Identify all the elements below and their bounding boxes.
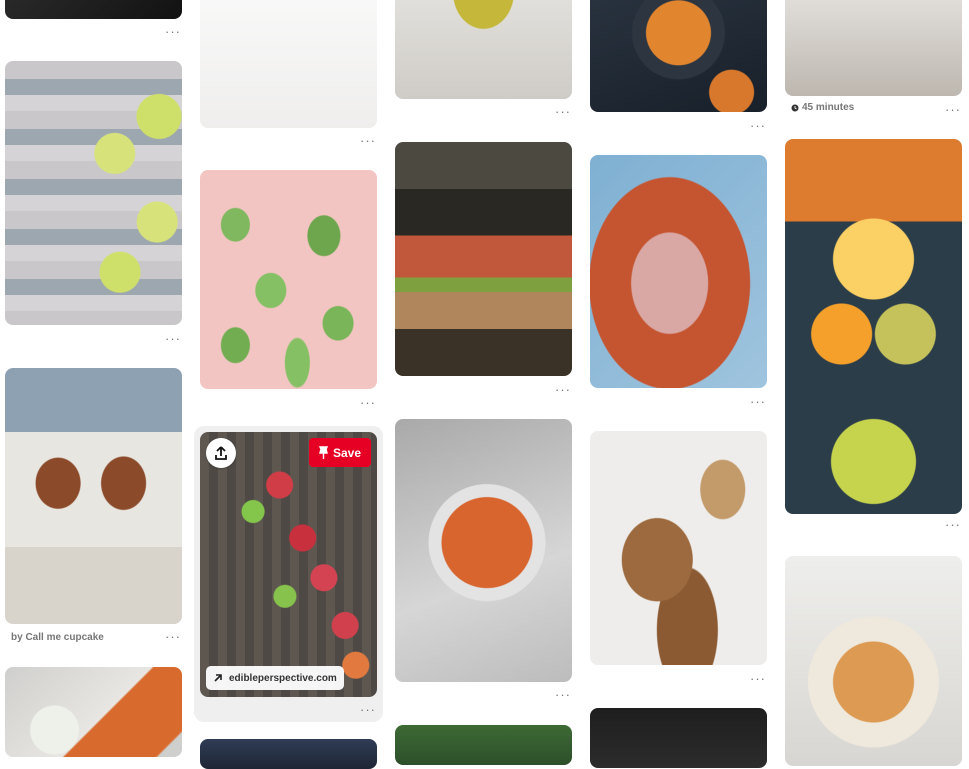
pin-image-blueberries[interactable] <box>200 739 377 769</box>
more-options-button[interactable]: ··· <box>555 105 570 118</box>
share-button[interactable] <box>206 438 236 468</box>
more-options-button[interactable]: ··· <box>360 703 375 716</box>
more-options-button[interactable]: ··· <box>360 134 375 147</box>
pin-image-sandwich[interactable] <box>395 142 572 376</box>
save-button-label: Save <box>332 445 362 460</box>
pin-image-burgers[interactable] <box>5 368 182 624</box>
more-options-button[interactable]: ··· <box>555 688 570 701</box>
more-options-button[interactable]: ··· <box>750 672 765 685</box>
more-options-button[interactable]: ··· <box>165 25 180 38</box>
more-options-button[interactable]: ··· <box>945 518 960 531</box>
source-link[interactable]: edibleperspective.com <box>206 666 344 690</box>
pin-image-prosciutto-pizza[interactable] <box>590 155 767 388</box>
pin-image-cucumbers[interactable] <box>200 170 377 389</box>
more-options-button[interactable]: ··· <box>165 332 180 345</box>
pin-image-sprouts[interactable] <box>200 0 377 128</box>
more-options-button[interactable]: ··· <box>750 119 765 132</box>
pin-image-dark-top[interactable] <box>5 0 182 19</box>
more-options-button[interactable]: ··· <box>945 103 960 116</box>
more-options-button[interactable]: ··· <box>750 395 765 408</box>
pin-image-scallops[interactable] <box>785 556 962 766</box>
pin-image-spaghetti[interactable] <box>395 419 572 682</box>
pin-image-fruit-halves[interactable] <box>785 139 962 514</box>
source-link-text: edibleperspective.com <box>229 672 337 684</box>
pin-image-smoothie[interactable] <box>395 0 572 99</box>
save-button[interactable]: Save <box>309 438 371 467</box>
pin-icon <box>318 446 328 459</box>
pin-attribution[interactable]: by Call me cupcake <box>11 632 104 643</box>
more-options-button[interactable]: ··· <box>360 396 375 409</box>
arrow-up-right-icon <box>214 674 222 682</box>
pin-image-sweet-potato-fries[interactable] <box>5 667 182 757</box>
pin-image-dark-bottom[interactable] <box>590 708 767 768</box>
pin-image-blood-oranges[interactable] <box>200 432 377 697</box>
pin-image-greens[interactable] <box>395 725 572 765</box>
cook-time: 45 minutes <box>791 102 854 113</box>
more-options-button[interactable]: ··· <box>555 383 570 396</box>
upload-icon <box>215 446 227 460</box>
pin-image-chopsticks[interactable] <box>785 0 962 96</box>
cook-time-text: 45 minutes <box>802 102 855 113</box>
more-options-button[interactable]: ··· <box>165 630 180 643</box>
clock-icon <box>791 104 799 111</box>
pin-image-soup[interactable] <box>590 0 767 112</box>
pin-image-banana-toast[interactable] <box>590 431 767 665</box>
pin-image-sardines[interactable] <box>5 61 182 325</box>
